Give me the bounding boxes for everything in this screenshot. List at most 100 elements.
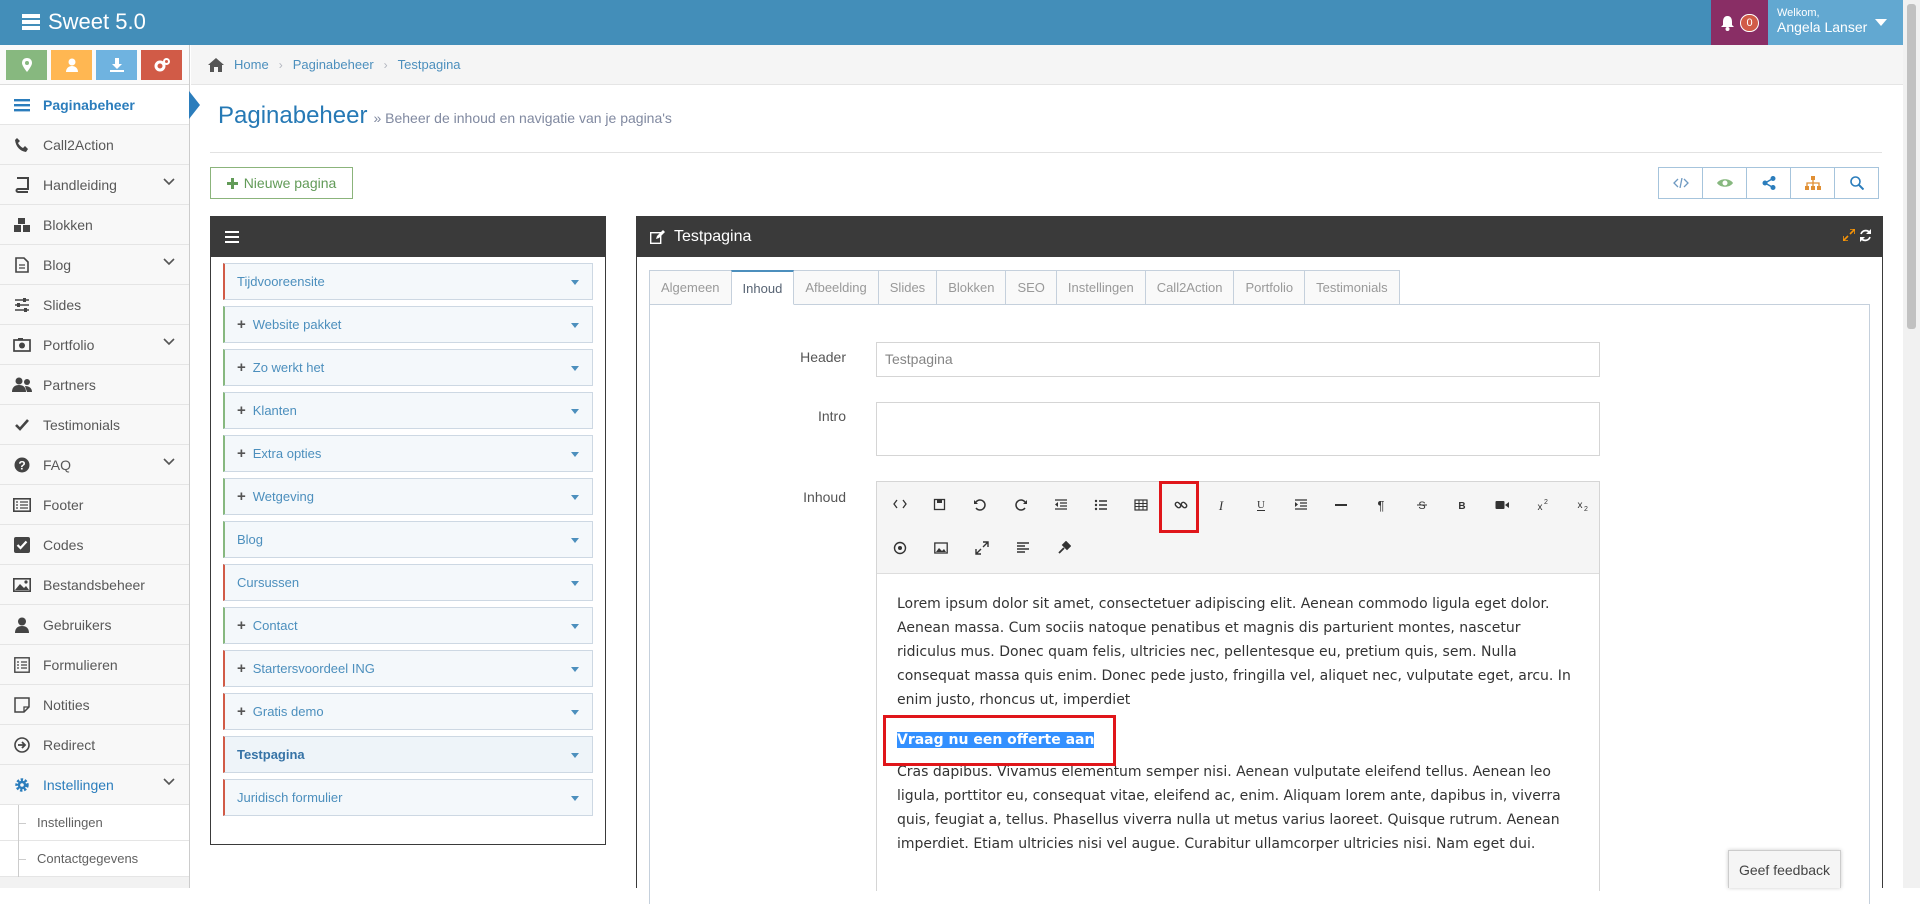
sidebar-item-notities[interactable]: Notities <box>0 685 189 725</box>
feedback-button[interactable]: Geef feedback <box>1728 850 1841 888</box>
align-button[interactable] <box>1008 535 1038 561</box>
fullscreen-button[interactable] <box>967 535 997 561</box>
tab-seo[interactable]: SEO <box>1005 270 1057 305</box>
shortcut-user-button[interactable] <box>51 50 92 80</box>
tree-item[interactable]: Cursussen <box>223 564 593 601</box>
share-button[interactable] <box>1746 167 1791 199</box>
bold-button[interactable]: B <box>1447 492 1477 518</box>
refresh-icon[interactable] <box>1859 229 1872 242</box>
app-brand[interactable]: Sweet 5.0 <box>22 9 146 35</box>
sidebar-item-handleiding[interactable]: Handleiding <box>0 165 189 205</box>
caret-down-icon[interactable] <box>571 581 579 586</box>
caret-down-icon[interactable] <box>571 753 579 758</box>
header-input[interactable]: Testpagina <box>876 342 1600 377</box>
plus-icon[interactable]: + <box>237 703 246 720</box>
subscript-button[interactable]: x2 <box>1567 492 1597 518</box>
sidebar-item-portfolio[interactable]: Portfolio <box>0 325 189 365</box>
sidebar-item-instellingen[interactable]: Instellingen <box>0 765 189 805</box>
sidebar-item-formulieren[interactable]: Formulieren <box>0 645 189 685</box>
new-page-button[interactable]: Nieuwe pagina <box>210 167 353 199</box>
clear-format-button[interactable] <box>1049 535 1079 561</box>
caret-down-icon[interactable] <box>571 366 579 371</box>
caret-down-icon[interactable] <box>571 624 579 629</box>
tree-item[interactable]: Tijdvooreensite <box>223 263 593 300</box>
tab-inhoud[interactable]: Inhoud <box>730 270 795 305</box>
tab-afbeelding[interactable]: Afbeelding <box>793 270 879 305</box>
undo-button[interactable] <box>965 492 995 518</box>
code-button[interactable] <box>885 492 915 518</box>
superscript-button[interactable]: x2 <box>1527 492 1557 518</box>
page-scrollbar[interactable] <box>1903 0 1920 888</box>
tab-blokken[interactable]: Blokken <box>936 270 1007 305</box>
preview-button[interactable] <box>1702 167 1747 199</box>
table-button[interactable] <box>1126 492 1156 518</box>
indent-button[interactable] <box>1286 492 1316 518</box>
tab-testimonials[interactable]: Testimonials <box>1304 270 1400 305</box>
notifications-button[interactable]: 0 <box>1711 0 1768 45</box>
tab-instellingen[interactable]: Instellingen <box>1055 270 1146 305</box>
caret-down-icon[interactable] <box>571 710 579 715</box>
sidebar-item-gebruikers[interactable]: Gebruikers <box>0 605 189 645</box>
underline-button[interactable]: U <box>1246 492 1276 518</box>
sidebar-item-blokken[interactable]: Blokken <box>0 205 189 245</box>
sidebar-item-codes[interactable]: Codes <box>0 525 189 565</box>
sidebar-item-testimonials[interactable]: Testimonials <box>0 405 189 445</box>
plus-icon[interactable]: + <box>237 316 246 333</box>
plus-icon[interactable]: + <box>237 660 246 677</box>
expand-icon[interactable] <box>1843 229 1855 241</box>
tab-call2action[interactable]: Call2Action <box>1144 270 1235 305</box>
tree-item[interactable]: Juridisch formulier <box>223 779 593 816</box>
bars-icon[interactable] <box>225 231 239 243</box>
strikethrough-button[interactable]: S <box>1407 492 1437 518</box>
sidebar-item-redirect[interactable]: Redirect <box>0 725 189 765</box>
outdent-button[interactable] <box>1046 492 1076 518</box>
tab-slides[interactable]: Slides <box>877 270 938 305</box>
video-button[interactable] <box>1487 492 1517 518</box>
scrollbar-thumb[interactable] <box>1907 4 1916 329</box>
tree-item[interactable]: Blog <box>223 521 593 558</box>
sidebar-item-footer[interactable]: Footer <box>0 485 189 525</box>
tree-item[interactable]: Testpagina <box>223 736 593 773</box>
paragraph-button[interactable]: ¶ <box>1366 492 1396 518</box>
save-button[interactable] <box>925 492 955 518</box>
sidebar-item-faq[interactable]: ? FAQ <box>0 445 189 485</box>
sidebar-item-call2action[interactable]: Call2Action <box>0 125 189 165</box>
sidebar-item-partners[interactable]: Partners <box>0 365 189 405</box>
caret-down-icon[interactable] <box>571 280 579 285</box>
shortcut-settings-button[interactable] <box>141 50 182 80</box>
breadcrumb-home[interactable]: Home <box>234 57 269 72</box>
tree-item[interactable]: + Startersvoordeel ING <box>223 650 593 687</box>
sidebar-subitem-0[interactable]: Instellingen <box>0 805 189 841</box>
tree-item[interactable]: + Extra opties <box>223 435 593 472</box>
intro-textarea[interactable] <box>876 402 1600 456</box>
caret-down-icon[interactable] <box>571 452 579 457</box>
italic-button[interactable]: I <box>1206 492 1236 518</box>
redo-button[interactable] <box>1006 492 1036 518</box>
horizontal-rule-button[interactable] <box>1326 492 1356 518</box>
plus-icon[interactable]: + <box>237 359 246 376</box>
sidebar-item-slides[interactable]: Slides <box>0 285 189 325</box>
caret-down-icon[interactable] <box>571 538 579 543</box>
unordered-list-button[interactable] <box>1086 492 1116 518</box>
user-menu[interactable]: Welkom, Angela Lanser <box>1768 0 1903 45</box>
caret-down-icon[interactable] <box>571 323 579 328</box>
plus-icon[interactable]: + <box>237 488 246 505</box>
caret-down-icon[interactable] <box>571 409 579 414</box>
sidebar-item-paginabeheer[interactable]: Paginabeheer <box>0 85 200 125</box>
caret-down-icon[interactable] <box>571 495 579 500</box>
source-code-button[interactable] <box>1658 167 1703 199</box>
breadcrumb-current[interactable]: Testpagina <box>398 57 461 72</box>
tree-item[interactable]: + Zo werkt het <box>223 349 593 386</box>
sidebar-item-bestandsbeheer[interactable]: Bestandsbeheer <box>0 565 189 605</box>
shortcut-map-button[interactable] <box>6 50 47 80</box>
tree-item[interactable]: + Wetgeving <box>223 478 593 515</box>
plus-icon[interactable]: + <box>237 617 246 634</box>
sidebar-item-blog[interactable]: Blog <box>0 245 189 285</box>
tab-algemeen[interactable]: Algemeen <box>649 270 732 305</box>
image-button[interactable] <box>926 535 956 561</box>
breadcrumb-paginabeheer[interactable]: Paginabeheer <box>293 57 374 72</box>
caret-down-icon[interactable] <box>571 796 579 801</box>
sidebar-subitem-1[interactable]: Contactgegevens <box>0 841 189 877</box>
shortcut-download-button[interactable] <box>96 50 137 80</box>
sitemap-button[interactable] <box>1790 167 1835 199</box>
